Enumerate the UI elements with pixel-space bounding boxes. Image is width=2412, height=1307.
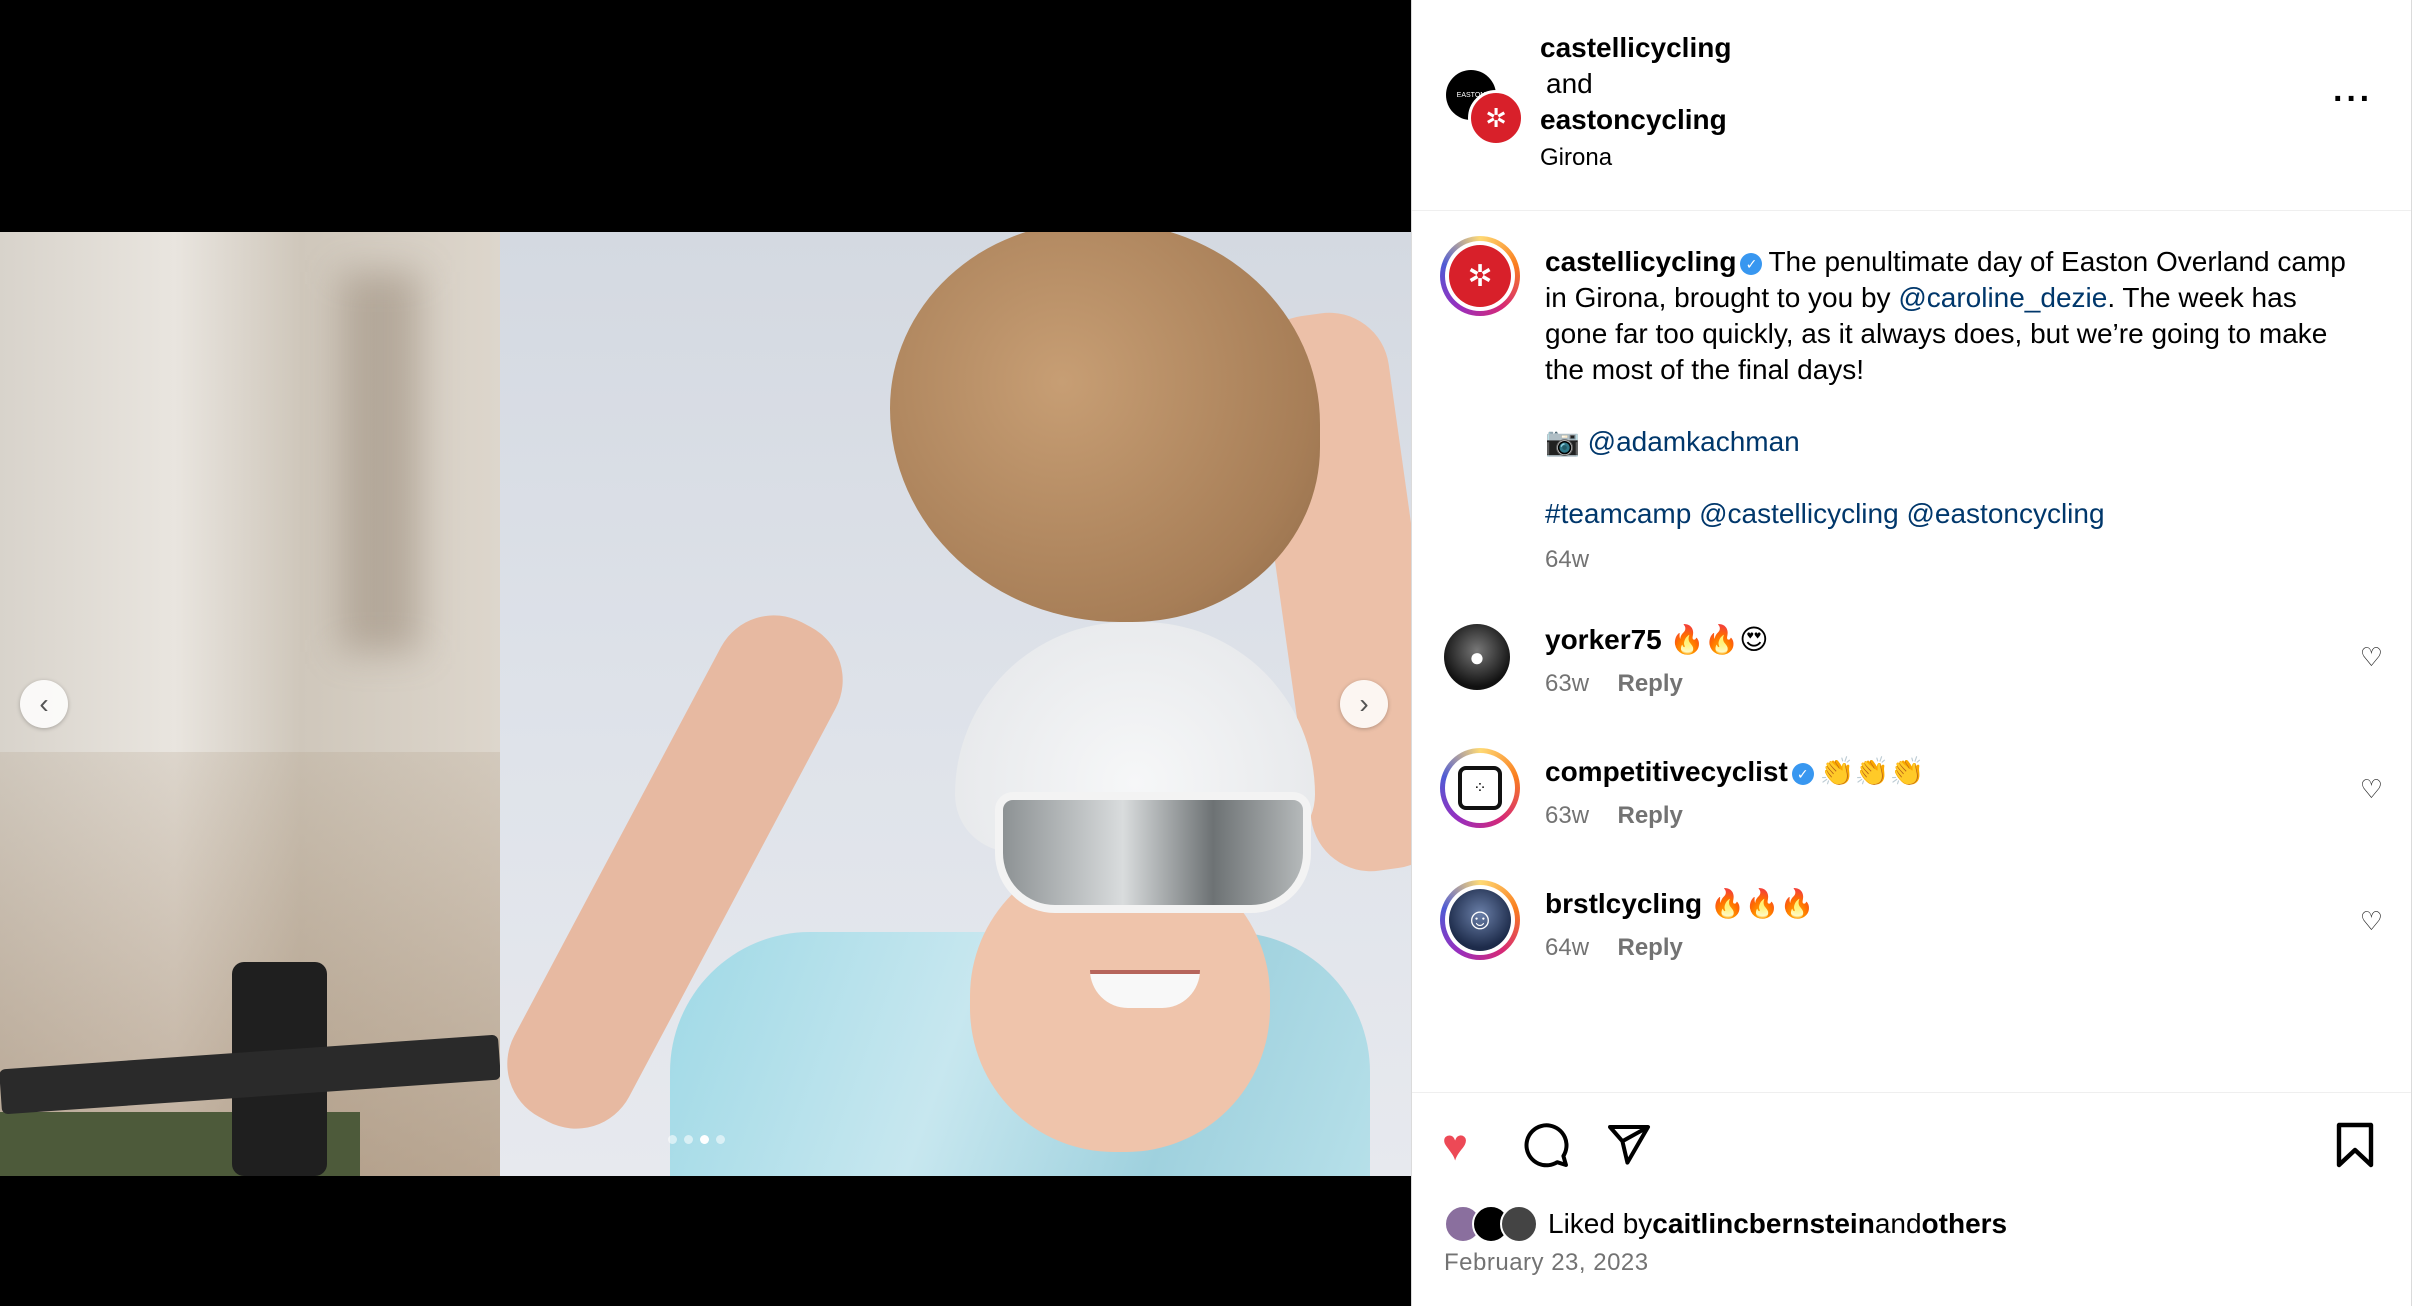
comment-item: ☺ brstlcycling 🔥🔥🔥 64w Reply ♡ [1412,880,2411,1006]
header-connector: and [1546,68,1593,99]
comment-item: ⁘ competitivecyclist ✓ 👏👏👏 63w Reply ♡ [1412,748,2411,874]
liked-by-prefix: Liked by [1548,1208,1653,1239]
more-horizontal-icon: ··· [2333,80,2373,118]
comment-username[interactable]: competitivecyclist [1545,756,1788,787]
reply-button[interactable]: Reply [1617,802,1682,829]
carousel-dot [668,1135,677,1144]
comment-username[interactable]: yorker75 [1545,624,1662,655]
comment-like-button[interactable]: ♡ [2360,774,2383,805]
competitive-cyclist-logo-icon: ⁘ [1458,766,1502,810]
save-button[interactable] [2334,1121,2376,1180]
hashtag-link[interactable]: #teamcamp [1545,498,1691,529]
comment-text: yorker75 🔥🔥😍 [1545,622,1768,658]
comment-timestamp[interactable]: 63w [1545,802,1589,829]
heart-outline-icon: ♡ [2359,642,2383,672]
comment-timestamp[interactable]: 63w [1545,670,1589,697]
share-button[interactable] [1604,1121,1652,1180]
mention-easton-link[interactable]: @eastoncycling [1906,498,2104,529]
like-button[interactable]: ♥ [1442,1121,1468,1171]
verified-badge-icon: ✓ [1791,763,1814,785]
post-side-panel: EASTON ✲ castellicycling and eastoncycli… [1411,0,2412,1306]
location-link[interactable]: Girona [1540,140,1731,176]
chevron-left-icon: ‹ [39,688,49,719]
camera-emoji: 📷 [1545,426,1580,457]
scorpion-logo-icon: ✲ [1485,102,1507,133]
user-silhouette-icon: ● [1469,641,1485,672]
post-header: EASTON ✲ castellicycling and eastoncycli… [1412,0,2411,211]
carousel-dot-active [700,1135,709,1144]
heart-outline-icon: ♡ [2359,906,2383,936]
comment-avatar[interactable]: ⁘ [1440,748,1520,828]
carousel-indicator [668,1135,725,1144]
collab-avatars[interactable]: EASTON ✲ [1446,70,1524,146]
post-media: ‹ › [0,0,1411,1306]
comment-username[interactable]: brstlcycling [1545,888,1702,919]
previous-slide-image [0,232,501,1176]
header-username-2[interactable]: eastoncycling [1540,102,1731,138]
post-date[interactable]: February 23, 2023 [1444,1249,1649,1277]
paper-plane-icon [1608,1125,1650,1165]
chevron-right-icon: › [1359,688,1369,719]
carousel-photo[interactable] [0,232,1411,1176]
comment-button[interactable] [1522,1121,1570,1180]
user-photo-icon: ☺ [1464,903,1496,936]
comment-bubble-icon [1524,1123,1569,1168]
comment-message: 👏👏👏 [1819,756,1925,787]
comment-meta: 63w Reply [1545,802,1683,830]
comment-message: 🔥🔥😍 [1669,624,1769,655]
comment-message: 🔥🔥🔥 [1709,888,1815,919]
carousel-dot [716,1135,725,1144]
comment-text: brstlcycling 🔥🔥🔥 [1545,886,1815,922]
carousel-next-button[interactable]: › [1340,680,1388,728]
photographer-mention-link[interactable]: @adamkachman [1588,426,1800,457]
liked-by-and: and [1874,1208,1922,1239]
castelli-avatar: ✲ [1468,90,1524,146]
mention-castelli-link[interactable]: @castellicycling [1699,498,1899,529]
likes-summary: Liked by caitlincbernstein and others [1444,1205,2007,1243]
reply-button[interactable]: Reply [1617,934,1682,961]
comment-like-button[interactable]: ♡ [2360,642,2383,673]
current-slide-image [486,232,1411,1176]
heart-outline-icon: ♡ [2359,774,2383,804]
comment-like-button[interactable]: ♡ [2360,906,2383,937]
liked-by-user-link[interactable]: caitlincbernstein [1652,1206,1875,1242]
collab-names: castellicycling and eastoncycling Girona [1540,30,1731,176]
liker-avatar [1500,1205,1538,1243]
carousel-prev-button[interactable]: ‹ [20,680,68,728]
post-actions: ♥ Liked by caitlincbernstein and others [1412,1092,2411,1307]
reply-button[interactable]: Reply [1617,670,1682,697]
scorpion-logo-icon: ✲ [1467,259,1493,293]
comment-timestamp[interactable]: 64w [1545,934,1589,961]
comment-meta: 64w Reply [1545,934,1683,962]
comment-avatar[interactable]: ☺ [1440,880,1520,960]
more-options-button[interactable]: ··· [2333,80,2373,119]
caption-mention-link[interactable]: @caroline_dezie [1898,282,2107,313]
liked-by-others-link[interactable]: others [1922,1206,2008,1242]
header-username-1[interactable]: castellicycling [1540,30,1731,66]
caption-text: castellicycling ✓ The penultimate day of E… [1545,244,2365,578]
caption-timestamp[interactable]: 64w [1545,542,2365,578]
comment-text: competitivecyclist ✓ 👏👏👏 [1545,754,1924,790]
carousel-dot [684,1135,693,1144]
caption-username[interactable]: castellicycling [1545,246,1736,277]
caption-avatar[interactable]: ✲ [1440,236,1520,316]
heart-filled-icon: ♥ [1442,1121,1469,1170]
bookmark-icon [2336,1122,2374,1168]
comment-meta: 63w Reply [1545,670,1683,698]
comment-avatar[interactable]: ● [1444,624,1510,690]
comment-item: ● yorker75 🔥🔥😍 63w Reply ♡ [1412,622,2411,742]
liker-avatars[interactable] [1444,1205,1538,1243]
verified-badge-icon: ✓ [1740,253,1763,275]
